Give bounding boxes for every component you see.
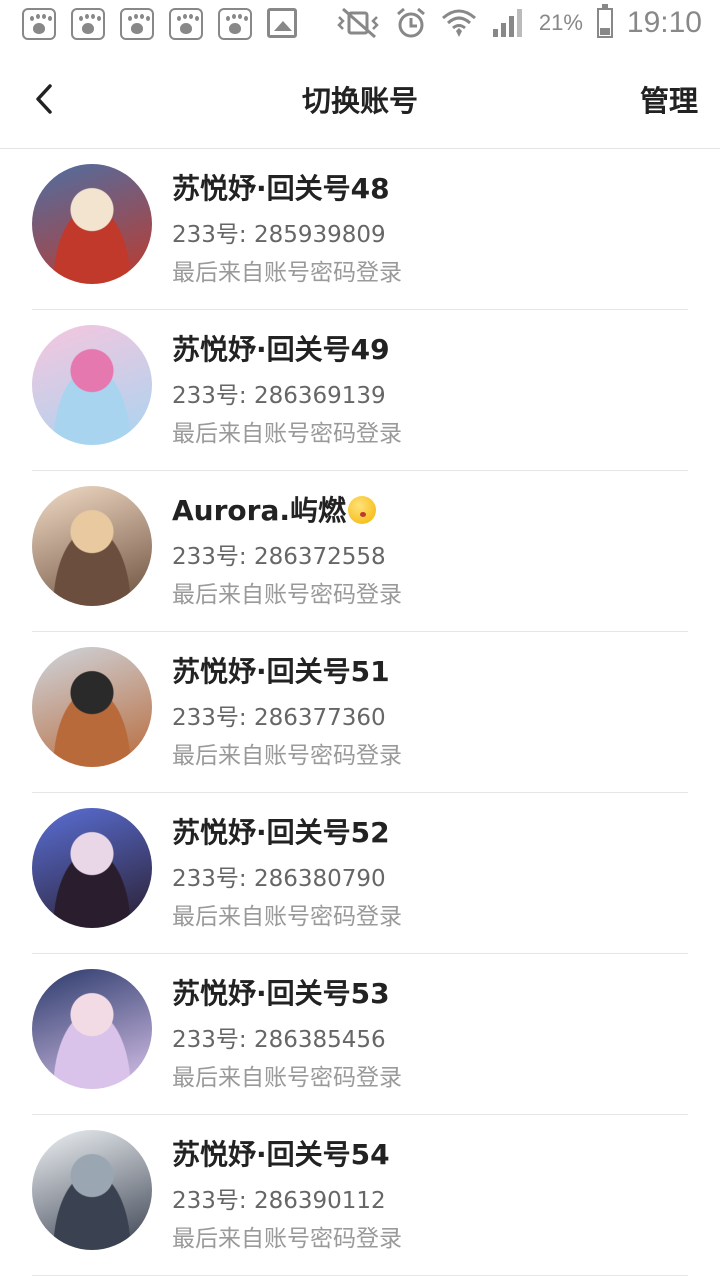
baidu-icon	[71, 8, 105, 40]
account-name: 苏悦妤·回关号53	[172, 977, 390, 1010]
account-name: 苏悦妤·回关号51	[172, 655, 390, 688]
wifi-icon	[441, 7, 477, 39]
signal-icon	[491, 7, 525, 39]
vibrate-mute-icon	[335, 7, 381, 39]
clock: 19:10	[626, 6, 702, 39]
baidu-icon	[120, 8, 154, 40]
baidu-icon	[22, 8, 56, 40]
account-name: 苏悦妤·回关号48	[172, 172, 390, 205]
battery-percent: 21%	[538, 10, 583, 35]
account-id: 233号: 286385456	[172, 1027, 386, 1053]
account-list: 苏悦妤·回关号48 233号: 285939809 最后来自账号密码登录 苏悦妤…	[32, 149, 688, 1276]
account-id: 233号: 286390112	[172, 1188, 386, 1214]
baidu-icon	[169, 8, 203, 40]
login-method: 最后来自账号密码登录	[172, 1065, 402, 1091]
account-row-54[interactable]: 苏悦妤·回关号54 233号: 286390112 最后来自账号密码登录	[32, 1115, 688, 1276]
alarm-icon	[395, 7, 427, 39]
account-row-49[interactable]: 苏悦妤·回关号49 233号: 286369139 最后来自账号密码登录	[32, 310, 688, 471]
account-id: 233号: 286380790	[172, 866, 386, 892]
login-method: 最后来自账号密码登录	[172, 1226, 402, 1252]
account-id: 233号: 286377360	[172, 705, 386, 731]
avatar	[32, 1130, 152, 1250]
account-row-53[interactable]: 苏悦妤·回关号53 233号: 286385456 最后来自账号密码登录	[32, 954, 688, 1115]
avatar	[32, 486, 152, 606]
avatar	[32, 969, 152, 1089]
gallery-icon	[267, 8, 297, 38]
account-row-51[interactable]: 苏悦妤·回关号51 233号: 286377360 最后来自账号密码登录	[32, 632, 688, 793]
avatar	[32, 325, 152, 445]
login-method: 最后来自账号密码登录	[172, 904, 402, 930]
account-row-aurora[interactable]: Aurora.屿燃 233号: 286372558 最后来自账号密码登录	[32, 471, 688, 632]
avatar	[32, 164, 152, 284]
account-name-wrap: Aurora.屿燃	[172, 489, 376, 529]
account-id: 233号: 285939809	[172, 222, 386, 248]
battery-icon	[596, 4, 613, 38]
account-row-48[interactable]: 苏悦妤·回关号48 233号: 285939809 最后来自账号密码登录	[32, 149, 688, 310]
app-header: 切换账号 管理	[0, 50, 720, 149]
account-name: 苏悦妤·回关号49	[172, 333, 390, 366]
avatar	[32, 808, 152, 928]
avatar	[32, 647, 152, 767]
system-status: 21% 19:10	[335, 4, 702, 40]
account-name: 苏悦妤·回关号54	[172, 1138, 390, 1171]
login-method: 最后来自账号密码登录	[172, 582, 402, 608]
account-id: 233号: 286372558	[172, 544, 386, 570]
baidu-icon	[218, 8, 252, 40]
page-title: 切换账号	[301, 84, 418, 118]
login-method: 最后来自账号密码登录	[172, 743, 402, 769]
login-method: 最后来自账号密码登录	[172, 421, 402, 447]
login-method: 最后来自账号密码登录	[172, 260, 402, 286]
account-id: 233号: 286369139	[172, 383, 386, 409]
kiss-emoji-icon	[348, 496, 376, 524]
account-name: Aurora.屿燃	[172, 494, 346, 527]
account-row-52[interactable]: 苏悦妤·回关号52 233号: 286380790 最后来自账号密码登录	[32, 793, 688, 954]
status-bar: 21% 19:10	[0, 0, 720, 50]
notification-icons	[22, 8, 297, 40]
account-name: 苏悦妤·回关号52	[172, 816, 390, 849]
manage-button[interactable]: 管理	[640, 78, 698, 120]
